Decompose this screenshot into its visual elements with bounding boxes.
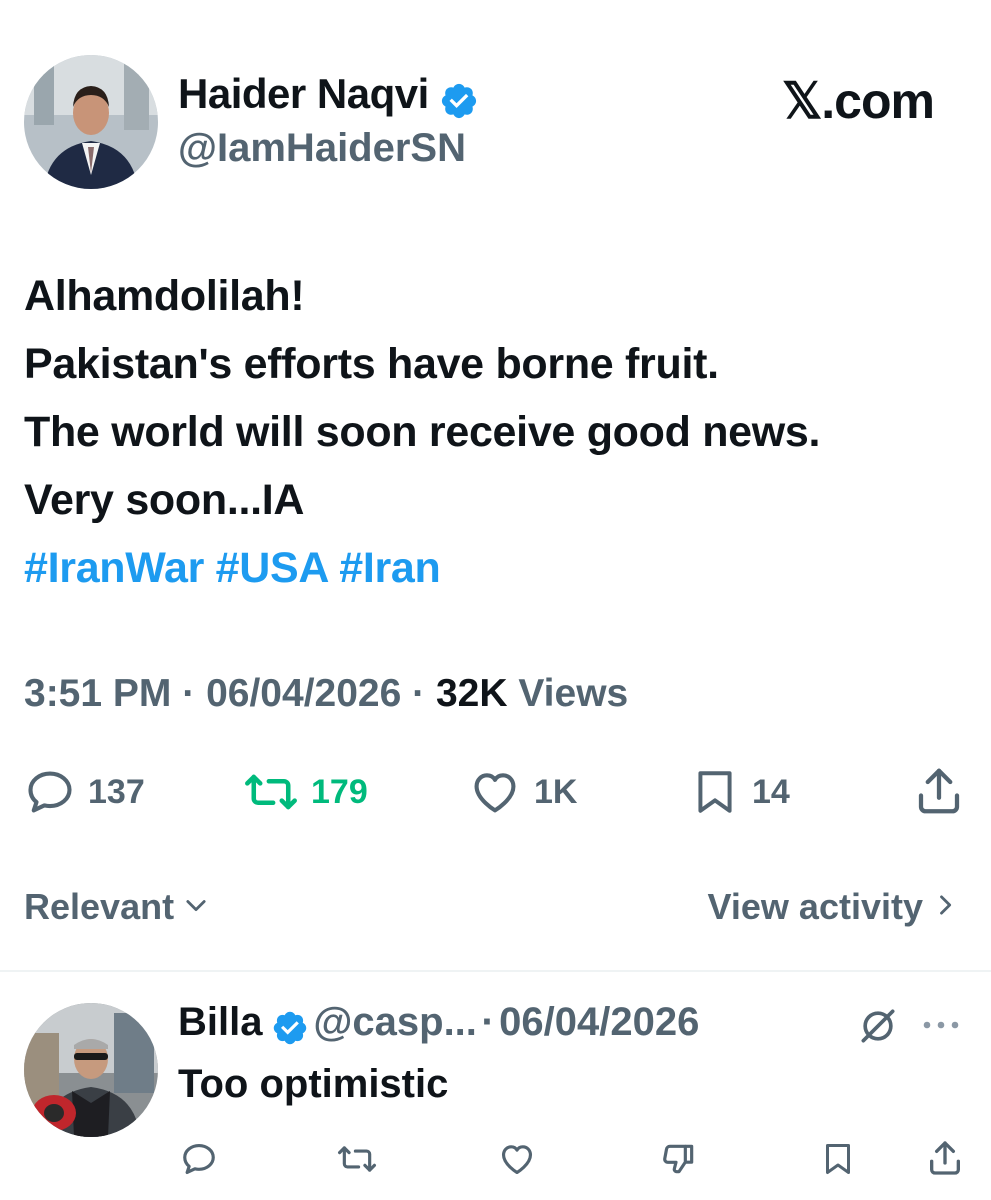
sort-dropdown[interactable]: Relevant [24,886,210,928]
share-button[interactable] [912,764,966,823]
sort-label: Relevant [24,886,175,927]
heart-icon [468,766,522,818]
verified-badge-icon [439,81,479,126]
reply-author-handle[interactable]: @casp... [313,1000,477,1044]
hashtag-row: #IranWar #USA #Iran [24,534,820,602]
author-handle[interactable]: @IamHaiderSN [178,126,466,171]
reply-repost-button[interactable] [336,1140,378,1183]
verified-badge-icon [271,1009,309,1052]
tweet-time[interactable]: 3:51 PM [24,672,171,715]
reply-button[interactable]: 137 [24,766,145,818]
repost-icon [243,766,299,818]
repost-icon [336,1146,378,1182]
bookmark-button[interactable]: 14 [690,766,790,818]
tweet-line: The world will soon receive good news. [24,408,821,456]
meta-separator: · [412,672,426,715]
tweet-line: Alhamdolilah! [24,272,305,320]
reply-share-button[interactable] [925,1138,965,1183]
view-activity-label: View activity [707,886,923,927]
view-activity-link[interactable]: View activity [708,886,959,928]
reply-author-name[interactable]: Billa [178,1000,262,1044]
reply-header: Billa @casp... · 06/04/2026 [178,1000,699,1052]
reply-icon [180,1143,218,1182]
bookmark-icon [690,766,740,818]
hashtag-link[interactable]: #Iran [339,544,441,592]
thumbs-down-icon [660,1144,698,1182]
reply-icon [24,766,76,818]
hashtag-link[interactable]: #IranWar [24,544,204,592]
bookmark-count: 14 [752,772,790,811]
chevron-down-icon [182,886,210,928]
bookmark-icon [820,1144,856,1182]
repost-count: 179 [311,772,368,811]
views-label: Views [518,672,629,715]
reply-reply-button[interactable] [180,1140,218,1183]
grok-icon[interactable] [856,1004,900,1053]
reply-count: 137 [88,772,145,811]
meta-separator: · [182,672,196,715]
hashtag-link[interactable]: #USA [216,544,328,592]
meta-separator: · [481,1000,495,1044]
reply-bookmark-button[interactable] [820,1140,856,1183]
author-name[interactable]: Haider Naqvi [178,70,429,117]
tweet-line: Pakistan's efforts have borne fruit. [24,340,719,388]
reply-downvote-button[interactable] [660,1140,698,1183]
like-count: 1K [534,772,578,811]
divider [0,970,991,972]
share-icon [912,768,966,822]
reply-like-button[interactable] [497,1140,537,1183]
chevron-right-icon [931,886,959,928]
site-label: 𝕏.com [782,73,935,129]
tweet-meta: 3:51 PM · 06/04/2026 · 32K Views [24,672,628,716]
repost-button[interactable]: 179 [243,766,368,818]
share-icon [925,1141,965,1182]
tweet-line: Very soon...IA [24,476,305,524]
author-avatar[interactable] [24,55,158,189]
reply-text: Too optimistic [178,1062,449,1106]
tweet-date[interactable]: 06/04/2026 [206,672,401,715]
heart-icon [497,1145,537,1182]
tweet-body: Alhamdolilah! Pakistan's efforts have bo… [24,262,821,602]
views-count: 32K [435,672,508,715]
author-name-row[interactable]: Haider Naqvi [178,70,479,126]
more-options-icon[interactable] [918,1010,964,1045]
reply-author-avatar[interactable] [24,1003,158,1137]
like-button[interactable]: 1K [468,766,577,818]
reply-date[interactable]: 06/04/2026 [499,1000,699,1044]
